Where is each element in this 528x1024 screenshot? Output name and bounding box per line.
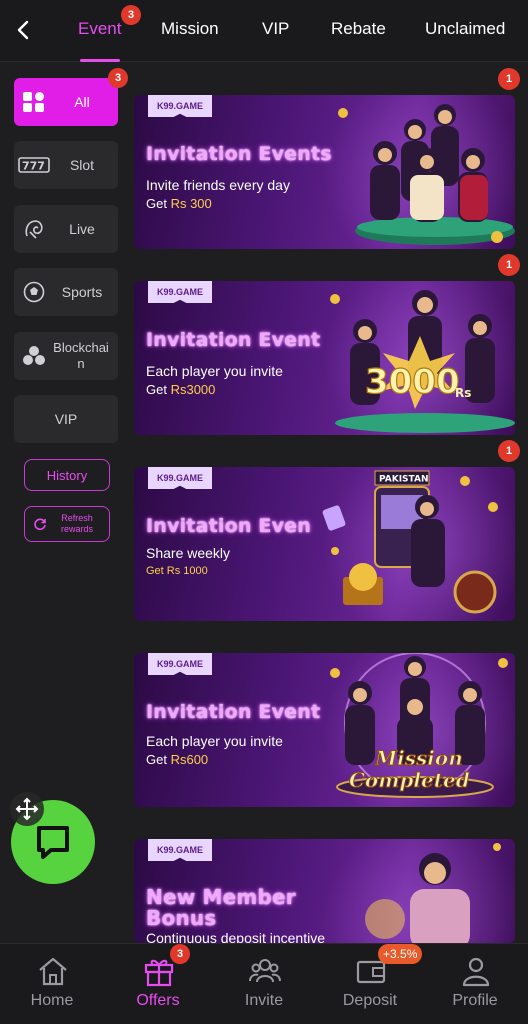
live-dealer-icon xyxy=(25,220,43,239)
tab-event[interactable]: Event xyxy=(78,19,121,39)
card-reward: Get Rs 1000 xyxy=(146,565,208,577)
history-label: History xyxy=(46,467,88,483)
card-title: Invitation Event xyxy=(146,329,321,351)
brand-tag: K99.GAME xyxy=(148,839,212,861)
sidebar-item-vip[interactable]: VIP xyxy=(14,395,118,443)
card-reward: Get Rs 300 xyxy=(146,196,212,211)
sidebar-item-all[interactable]: All xyxy=(14,78,118,126)
sidebar-item-slot[interactable]: 777 Slot xyxy=(14,141,118,189)
sidebar-item-label: Live xyxy=(69,221,95,237)
promo-card-new-member-bonus[interactable]: K99.GAME New Member Bonus Continuous dep… xyxy=(134,839,515,943)
brand-tag: K99.GAME xyxy=(148,281,212,303)
chat-bubble-icon xyxy=(37,826,69,859)
nav-label: Offers xyxy=(136,992,180,1009)
nav-offers[interactable]: Offers xyxy=(108,944,208,1024)
deposit-bonus-badge: +3.5% xyxy=(378,944,423,964)
drag-handle[interactable] xyxy=(10,792,44,826)
nav-home[interactable]: Home xyxy=(2,944,102,1024)
jackpot-unit: Rs xyxy=(455,386,471,400)
nav-label: Deposit xyxy=(342,992,398,1009)
bottom-nav: Home Offers 3 Invite Deposit +3.5% Profi… xyxy=(0,943,528,1024)
mission-completed-illustration: Mission Completed xyxy=(330,653,508,798)
offers-badge: 3 xyxy=(170,944,190,964)
sidebar-item-label: All xyxy=(74,94,90,110)
slot-777-icon: 777 xyxy=(18,157,50,173)
brand-tag: K99.GAME xyxy=(148,653,212,675)
card-reward: Get Rs600 xyxy=(146,752,209,767)
card-description: Share weekly xyxy=(146,545,231,561)
card-title: Invitation Events xyxy=(146,143,332,165)
move-arrows-icon xyxy=(15,797,39,821)
card-badge: 1 xyxy=(498,254,520,276)
slot-machine-illustration: PAKISTAN xyxy=(322,470,498,614)
tab-vip[interactable]: VIP xyxy=(262,19,289,39)
history-button[interactable]: History xyxy=(24,459,110,491)
sidebar-item-live[interactable]: Live xyxy=(14,205,118,253)
card-description: Each player you invite xyxy=(146,733,283,749)
casino-players-illustration xyxy=(338,104,515,245)
blockchain-icon xyxy=(23,346,45,365)
sidebar-item-label: Blockchai n xyxy=(53,340,109,371)
card-description: Each player you invite xyxy=(146,363,283,379)
tab-rebate[interactable]: Rebate xyxy=(331,19,386,39)
completed-text: Completed xyxy=(349,768,470,792)
nav-invite[interactable]: Invite xyxy=(214,944,314,1024)
card-reward: Get Rs3000 xyxy=(146,382,216,397)
profile-icon xyxy=(462,957,490,987)
brand-tag: K99.GAME xyxy=(148,467,212,489)
sidebar-all-badge: 3 xyxy=(108,68,128,88)
refresh-icon xyxy=(34,518,46,531)
sidebar-item-label: Sports xyxy=(61,284,103,300)
mission-text: Mission xyxy=(374,746,463,770)
slot-machine-sign: PAKISTAN xyxy=(379,475,428,485)
nav-label: Home xyxy=(30,992,74,1009)
grid-icon xyxy=(23,92,44,112)
active-tab-indicator xyxy=(80,59,120,62)
promo-card-invitation-events[interactable]: K99.GAME Invitation Events Invite friend… xyxy=(134,95,515,249)
svg-text:777: 777 xyxy=(22,160,45,173)
nav-label: Invite xyxy=(244,992,284,1009)
sidebar-item-blockchain[interactable]: Blockchai n xyxy=(14,332,118,380)
card-description: Continuous deposit incentive xyxy=(146,930,326,943)
card-badge: 1 xyxy=(498,68,520,90)
invite-icon xyxy=(249,959,281,983)
refresh-rewards-label: Refresh rewards xyxy=(60,513,93,534)
event-page: Event 3 Mission VIP Rebate Unclaimed All… xyxy=(0,0,528,1024)
back-arrow-icon[interactable] xyxy=(10,16,38,44)
promo-card-invitation-event-3000[interactable]: K99.GAME Invitation Event Each player yo… xyxy=(134,281,515,435)
nav-label: Profile xyxy=(452,992,498,1009)
refresh-rewards-button[interactable]: Refresh rewards xyxy=(24,506,110,542)
tab-mission[interactable]: Mission xyxy=(161,19,219,39)
soccer-ball-icon xyxy=(23,281,45,303)
jackpot-3000-illustration: 3000 Rs xyxy=(330,290,515,433)
brand-tag: K99.GAME xyxy=(148,95,212,117)
new-member-illustration xyxy=(365,843,501,943)
sidebar-item-label: VIP xyxy=(54,411,78,427)
tab-unclaimed[interactable]: Unclaimed xyxy=(425,19,505,39)
promo-card-mission-completed[interactable]: K99.GAME Invitation Event Each player yo… xyxy=(134,653,515,807)
sidebar-item-sports[interactable]: Sports xyxy=(14,268,118,316)
promo-card-share-weekly[interactable]: K99.GAME Invitation Even Share weekly Ge… xyxy=(134,467,515,621)
card-title: Invitation Event xyxy=(146,701,321,723)
jackpot-amount: 3000 xyxy=(365,362,460,402)
home-icon xyxy=(39,957,67,986)
sidebar-item-label: Slot xyxy=(69,157,95,173)
card-title-line2: Bonus xyxy=(146,906,217,930)
top-nav: Event 3 Mission VIP Rebate Unclaimed xyxy=(0,0,528,62)
tab-event-badge: 3 xyxy=(121,5,141,25)
card-title: Invitation Even xyxy=(146,515,311,537)
nav-profile[interactable]: Profile xyxy=(425,944,525,1024)
card-description: Invite friends every day xyxy=(146,177,290,193)
card-badge: 1 xyxy=(498,440,520,462)
